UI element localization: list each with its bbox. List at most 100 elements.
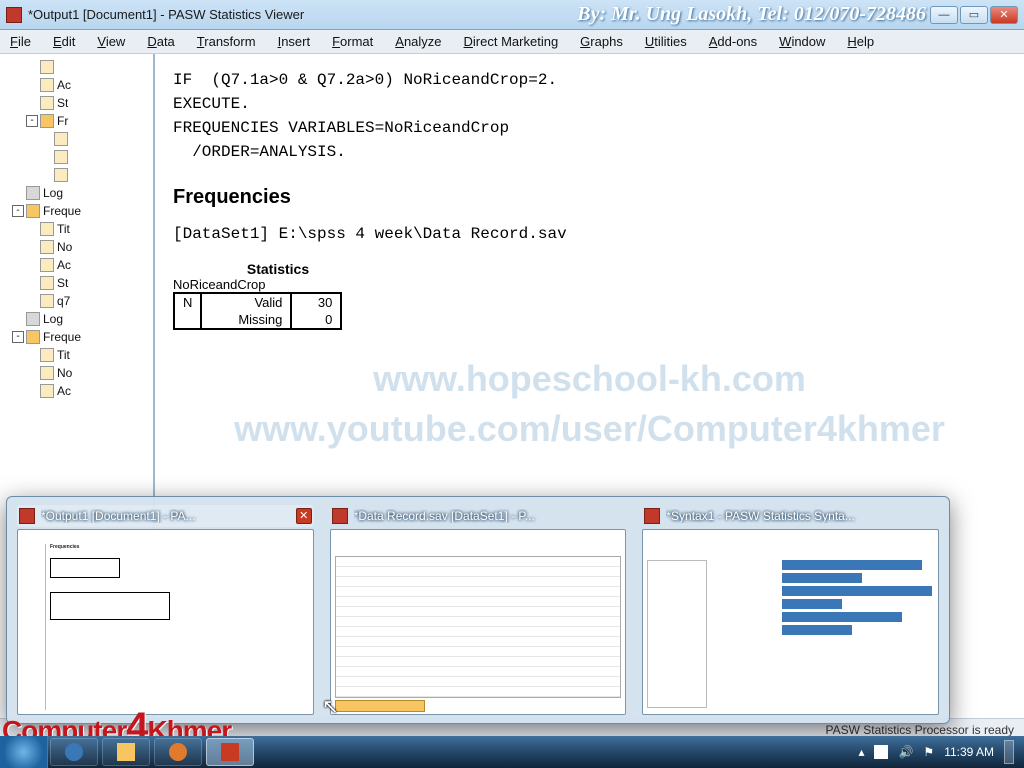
outline-item[interactable] (2, 148, 151, 166)
menu-file[interactable]: File (4, 32, 37, 51)
flag-icon[interactable]: ⚑ (923, 745, 934, 759)
outline-item[interactable]: Ac (2, 76, 151, 94)
peek-thumbnail[interactable]: *Output1 [Document1] - PA...✕Frequencies (17, 505, 314, 715)
outline-label: Log (43, 312, 63, 326)
minimize-button[interactable]: — (930, 6, 958, 24)
menu-transform[interactable]: Transform (191, 32, 262, 51)
outline-item[interactable] (2, 166, 151, 184)
watermark: www.hopeschool-kh.com www.youtube.com/us… (234, 354, 945, 455)
peek-preview[interactable] (330, 529, 627, 715)
folder-icon (26, 204, 40, 218)
outline-label: Fr (57, 114, 68, 128)
page-icon (40, 276, 54, 290)
menu-format[interactable]: Format (326, 32, 379, 51)
outline-item[interactable]: -Freque (2, 328, 151, 346)
outline-item[interactable]: q7 (2, 292, 151, 310)
menu-help[interactable]: Help (841, 32, 880, 51)
outline-label: No (57, 240, 72, 254)
outline-item[interactable] (2, 130, 151, 148)
page-icon (40, 294, 54, 308)
outline-item[interactable]: - Freque (2, 202, 151, 220)
page-icon (54, 168, 68, 182)
menu-bar: File Edit View Data Transform Insert Format Ana… (0, 30, 1024, 54)
menu-graphs[interactable]: Graphs (574, 32, 629, 51)
outline-label: Tit (57, 348, 70, 362)
app-icon (6, 7, 22, 23)
menu-insert[interactable]: Insert (272, 32, 317, 51)
taskbar-peek: *Output1 [Document1] - PA...✕Frequencies… (6, 496, 950, 724)
peek-close-button[interactable]: ✕ (296, 508, 312, 524)
outline-item[interactable]: Log (2, 184, 151, 202)
page-icon (54, 132, 68, 146)
window-controls: — ▭ ✕ (930, 6, 1018, 24)
cell: 30 (291, 293, 341, 311)
tree-toggle-icon[interactable]: - (26, 115, 38, 127)
outline-label: St (57, 96, 68, 110)
show-desktop-button[interactable] (1004, 740, 1014, 764)
maximize-button[interactable]: ▭ (960, 6, 988, 24)
peek-app-icon (19, 508, 35, 524)
outline-label: No (57, 366, 72, 380)
taskbar-pin-ie[interactable] (50, 738, 98, 766)
table-row: N Valid 30 (174, 293, 341, 311)
peek-label: *Data Record.sav [DataSet1] - P... (354, 509, 625, 523)
statistics-table: N Valid 30 Missing 0 (173, 292, 342, 330)
tree-toggle-icon[interactable]: - (12, 205, 24, 217)
outline-item[interactable]: St (2, 94, 151, 112)
peek-thumbnail[interactable]: *Data Record.sav [DataSet1] - P... (330, 505, 627, 715)
syntax-block: IF (Q7.1a>0 & Q7.2a>0) NoRiceandCrop=2. … (173, 68, 1006, 164)
folder-icon (26, 330, 40, 344)
statistics-variable: NoRiceandCrop (173, 277, 383, 292)
cell: Missing (201, 311, 291, 329)
cell (174, 311, 201, 329)
system-tray[interactable]: ▴ 🔊 ⚑ 11:39 AM (848, 740, 1024, 764)
outline-label: Ac (57, 384, 71, 398)
outline-item[interactable]: St (2, 274, 151, 292)
peek-header: *Data Record.sav [DataSet1] - P... (330, 505, 627, 527)
taskbar-pin-pasw[interactable] (206, 738, 254, 766)
menu-add-ons[interactable]: Add-ons (703, 32, 763, 51)
menu-data[interactable]: Data (141, 32, 180, 51)
menu-view[interactable]: View (91, 32, 131, 51)
outline-label: Freque (43, 204, 81, 218)
watermark-line2: www.youtube.com/user/Computer4khmer (234, 408, 945, 449)
battery-icon[interactable] (874, 745, 888, 759)
page-icon (40, 60, 54, 74)
outline-item[interactable]: Ac (2, 382, 151, 400)
page-icon (40, 366, 54, 380)
page-icon (40, 258, 54, 272)
tray-clock[interactable]: 11:39 AM (944, 745, 994, 759)
outline-item[interactable]: Log (2, 310, 151, 328)
statistics-title: Statistics (173, 261, 383, 277)
peek-app-icon (644, 508, 660, 524)
outline-item[interactable]: Tit (2, 220, 151, 238)
frequencies-heading: Frequencies (173, 186, 1006, 209)
outline-item[interactable]: No (2, 364, 151, 382)
menu-analyze[interactable]: Analyze (389, 32, 447, 51)
outline-item[interactable]: Tit (2, 346, 151, 364)
menu-utilities[interactable]: Utilities (639, 32, 693, 51)
status-text: PASW Statistics Processor is ready (826, 723, 1015, 737)
taskbar-pin-explorer[interactable] (102, 738, 150, 766)
outline-item[interactable] (2, 58, 151, 76)
outline-item[interactable]: - Fr (2, 112, 151, 130)
outline-item[interactable]: No (2, 238, 151, 256)
peek-preview[interactable] (642, 529, 939, 715)
page-icon (54, 150, 68, 164)
peek-preview[interactable]: Frequencies (17, 529, 314, 715)
folder-icon (40, 114, 54, 128)
outline-item[interactable]: Ac (2, 256, 151, 274)
tray-chevron-icon[interactable]: ▴ (858, 745, 864, 759)
taskbar-pin-media[interactable] (154, 738, 202, 766)
peek-thumbnail[interactable]: *Syntax1 - PASW Statistics Synta... (642, 505, 939, 715)
menu-edit[interactable]: Edit (47, 32, 81, 51)
close-button[interactable]: ✕ (990, 6, 1018, 24)
outline-label: Ac (57, 258, 71, 272)
log-icon (26, 186, 40, 200)
tree-toggle-icon[interactable]: - (12, 331, 24, 343)
menu-window[interactable]: Window (773, 32, 831, 51)
volume-icon[interactable]: 🔊 (898, 745, 913, 759)
window-title: *Output1 [Document1] - PASW Statistics V… (28, 7, 304, 22)
start-button[interactable] (0, 736, 48, 768)
menu-direct-marketing[interactable]: Direct Marketing (458, 32, 565, 51)
